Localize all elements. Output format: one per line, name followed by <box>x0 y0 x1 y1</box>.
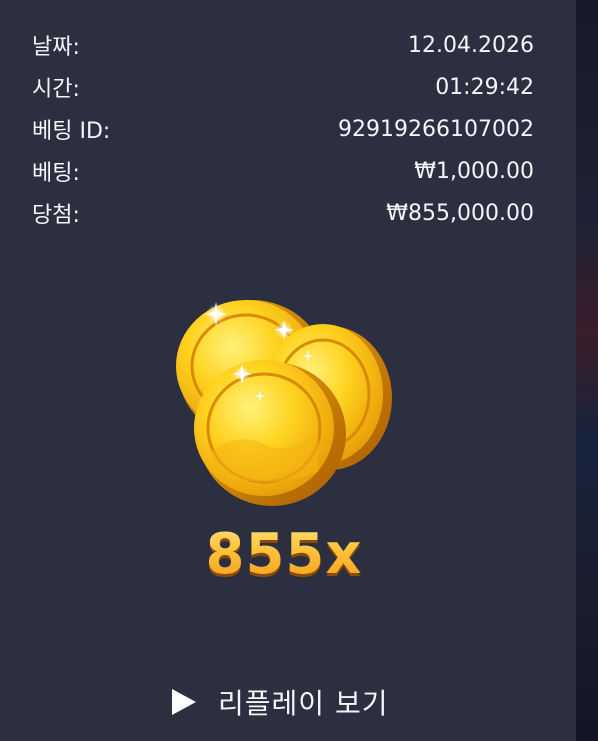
date-row: 날짜: 12.04.2026 <box>32 24 534 66</box>
win-amount-label: 당첨: <box>32 203 80 228</box>
bet-amount-row: 베팅: ₩1,000.00 <box>32 150 534 192</box>
background-edge <box>576 0 598 741</box>
bet-id-row: 베팅 ID: 92919266107002 <box>32 108 534 150</box>
time-label: 시간: <box>32 77 80 102</box>
bet-details-list: 날짜: 12.04.2026 시간: 01:29:42 베팅 ID: 92919… <box>32 24 534 234</box>
replay-label: 리플레이 보기 <box>218 687 389 720</box>
gold-coins-icon <box>160 282 410 522</box>
win-amount-row: 당첨: ₩855,000.00 <box>32 192 534 234</box>
bet-amount-label: 베팅: <box>32 161 80 186</box>
time-row: 시간: 01:29:42 <box>32 66 534 108</box>
win-multiplier: 855x <box>0 522 568 587</box>
bet-id-value: 92919266107002 <box>338 116 534 142</box>
bet-amount-value: ₩1,000.00 <box>414 158 534 184</box>
date-label: 날짜: <box>32 35 80 60</box>
date-value: 12.04.2026 <box>408 32 534 58</box>
bet-details-screen: 날짜: 12.04.2026 시간: 01:29:42 베팅 ID: 92919… <box>0 0 598 741</box>
win-amount-value: ₩855,000.00 <box>386 200 534 226</box>
time-value: 01:29:42 <box>435 74 534 100</box>
play-icon <box>172 689 196 715</box>
replay-button[interactable]: 리플레이 보기 <box>172 680 388 724</box>
bet-id-label: 베팅 ID: <box>32 119 111 144</box>
